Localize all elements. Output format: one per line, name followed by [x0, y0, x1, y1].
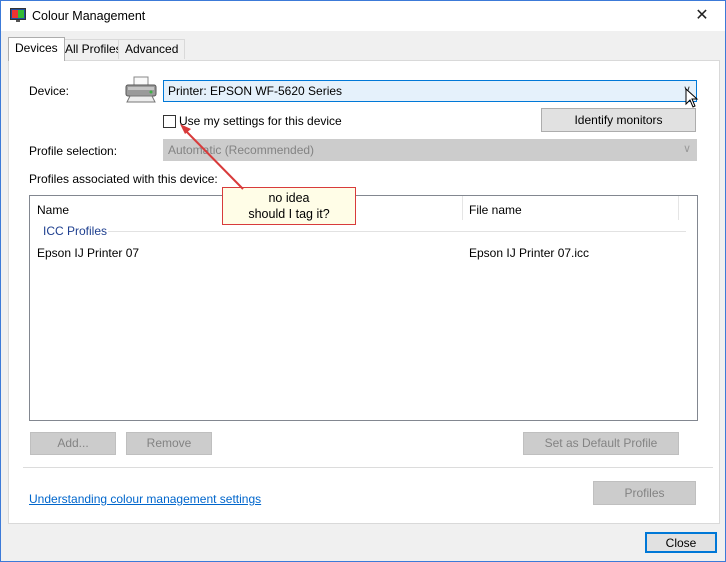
profiles-associated-label: Profiles associated with this device:: [29, 172, 218, 186]
column-divider: [678, 196, 679, 220]
use-my-settings-checkbox[interactable]: [163, 115, 176, 128]
group-divider: [108, 231, 686, 232]
annotation-line-1: no idea: [268, 191, 310, 205]
title-bar: Colour Management ✕: [1, 1, 725, 31]
close-icon[interactable]: ✕: [679, 1, 725, 31]
divider: [23, 467, 713, 468]
device-label: Device:: [29, 84, 70, 98]
profile-selection-dropdown[interactable]: Automatic (Recommended) ∨: [163, 139, 697, 161]
mouse-cursor-icon: [685, 88, 699, 108]
profile-selection-value: Automatic (Recommended): [168, 143, 315, 157]
device-dropdown[interactable]: Printer: EPSON WF-5620 Series ∨: [163, 80, 697, 102]
close-button[interactable]: Close: [645, 532, 717, 553]
profile-name-cell: Epson IJ Printer 07: [37, 246, 140, 260]
profile-selection-label: Profile selection:: [29, 144, 118, 158]
monitor-icon: [10, 8, 26, 22]
window-title: Colour Management: [32, 9, 146, 23]
annotation-callout: no idea should I tag it?: [222, 187, 356, 225]
column-header-name[interactable]: Name: [37, 203, 69, 217]
set-default-profile-button[interactable]: Set as Default Profile: [523, 432, 679, 455]
tab-devices[interactable]: Devices: [8, 37, 65, 61]
column-divider: [462, 196, 463, 220]
annotation-line-2: should I tag it?: [248, 207, 330, 221]
column-header-file-name[interactable]: File name: [469, 203, 522, 217]
group-header-icc-profiles: ICC Profiles: [43, 224, 108, 238]
add-button[interactable]: Add...: [30, 432, 116, 455]
profile-file-cell: Epson IJ Printer 07.icc: [469, 246, 590, 260]
profiles-list[interactable]: Name File name ICC Profiles Epson IJ Pri…: [29, 195, 698, 421]
device-dropdown-value: Printer: EPSON WF-5620 Series: [168, 84, 343, 98]
chevron-down-icon: ∨: [682, 143, 691, 155]
tab-advanced[interactable]: Advanced: [118, 39, 186, 59]
profiles-button[interactable]: Profiles: [593, 481, 696, 505]
printer-icon: [125, 76, 157, 103]
remove-button[interactable]: Remove: [126, 432, 212, 455]
use-my-settings-label[interactable]: Use my settings for this device: [179, 114, 342, 128]
identify-monitors-button[interactable]: Identify monitors: [541, 108, 696, 132]
understanding-colour-management-link[interactable]: Understanding colour management settings: [29, 492, 261, 506]
